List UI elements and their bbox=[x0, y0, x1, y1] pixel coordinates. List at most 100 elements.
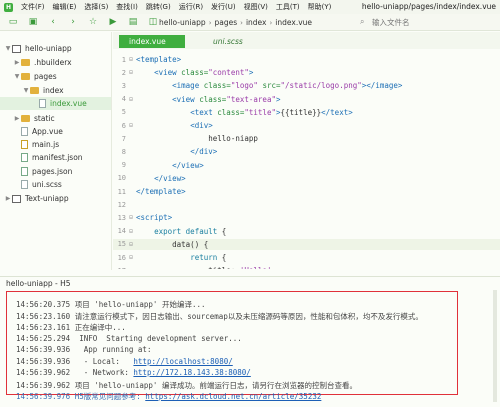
line-number: 5 bbox=[121, 108, 126, 117]
folder-icon bbox=[21, 115, 30, 122]
code-token: </text> bbox=[321, 107, 353, 117]
back-arrow-icon[interactable]: ‹ bbox=[46, 15, 60, 29]
code-text: <view class="text-area"> bbox=[136, 94, 280, 104]
chevron-down-icon[interactable]: ▼ bbox=[13, 73, 21, 80]
menu-item[interactable]: 视图(V) bbox=[240, 2, 272, 12]
chevron-right-icon[interactable]: ▶ bbox=[4, 195, 12, 202]
menu-item[interactable]: 发行(U) bbox=[207, 2, 240, 12]
file-icon bbox=[39, 99, 46, 108]
line-number: 9 bbox=[121, 161, 126, 170]
code-text: export default { bbox=[136, 227, 226, 236]
fold-toggle-icon[interactable]: ⊟ bbox=[126, 228, 136, 235]
line-number: 1 bbox=[121, 55, 126, 64]
file-icon bbox=[21, 140, 28, 149]
code-token: </div> bbox=[190, 147, 218, 157]
chevron-down-icon[interactable]: ▼ bbox=[22, 87, 30, 94]
file-search-input[interactable] bbox=[372, 18, 492, 27]
console-header: hello-uniapp - H5 bbox=[0, 276, 500, 288]
log-link[interactable]: https://ask.dcloud.net.cn/article/35232 bbox=[145, 392, 321, 401]
code-line: 14 ⊟ export default { bbox=[113, 226, 500, 237]
code-text: return { bbox=[136, 253, 226, 262]
log-line: 14:56:39.976 H5版常见问题参考: https://ask.dclo… bbox=[16, 391, 321, 401]
tree-item[interactable]: ▶ Text-uniapp bbox=[0, 192, 111, 205]
tree-item[interactable]: ▼ hello-uniapp bbox=[0, 42, 111, 55]
line-number: 2 bbox=[121, 68, 126, 77]
code-text: </view> bbox=[136, 174, 186, 183]
fold-toggle-icon[interactable]: ⊟ bbox=[126, 96, 136, 103]
tree-item[interactable]: ▶ static bbox=[0, 112, 111, 125]
tree-item[interactable]: ▼ index bbox=[0, 84, 111, 97]
log-link[interactable]: http://localhost:8080/ bbox=[133, 357, 232, 366]
log-line: 14:56:20.375 项目 'hello-uniapp' 开始编译... bbox=[16, 299, 206, 309]
code-token: "text-area" bbox=[226, 94, 276, 104]
file-search: ⌕ bbox=[358, 16, 498, 29]
tree-item-label: index.vue bbox=[50, 99, 87, 108]
toolbar: ▭ ▣ ‹ › ☆ ▶ ▤ ◫ hello-uniapp › pages › i… bbox=[0, 14, 500, 31]
log-link[interactable]: http://172.18.143.38:8080/ bbox=[133, 368, 250, 377]
log-text: 14:56:39.962 项目 'hello-uniapp' 编译成功。前端运行… bbox=[16, 380, 357, 390]
code-text: </template> bbox=[136, 187, 186, 196]
forward-arrow-icon[interactable]: › bbox=[66, 15, 80, 29]
fold-toggle-icon[interactable]: ⊟ bbox=[126, 254, 136, 261]
run-icon[interactable]: ▶ bbox=[106, 15, 120, 29]
line-number: 4 bbox=[121, 95, 126, 104]
fold-toggle-icon[interactable]: ⊟ bbox=[126, 122, 136, 129]
code-token: data() { bbox=[136, 239, 209, 249]
menu-item[interactable]: 查找(I) bbox=[112, 2, 142, 12]
menu-item[interactable]: 帮助(Y) bbox=[304, 2, 336, 12]
menu-item[interactable]: 文件(F) bbox=[17, 2, 49, 12]
fold-toggle-icon[interactable]: ⊟ bbox=[126, 56, 136, 63]
preview-icon[interactable]: ▤ bbox=[126, 15, 140, 29]
tree-item[interactable]: App.vue bbox=[0, 125, 111, 138]
code-token: <view bbox=[154, 68, 182, 78]
tree-item[interactable]: ▶ .hbuilderx bbox=[0, 56, 111, 69]
tree-item[interactable]: main.js bbox=[0, 138, 111, 151]
menu-item[interactable]: 工具(T) bbox=[272, 2, 304, 12]
menu-item[interactable]: 选择(S) bbox=[80, 2, 112, 12]
code-line: 7 hello-niapp bbox=[113, 133, 500, 144]
chevron-right-icon[interactable]: ▶ bbox=[13, 115, 21, 122]
chevron-right-icon[interactable]: ▶ bbox=[13, 59, 21, 66]
code-token: export default bbox=[154, 226, 222, 236]
menu-item[interactable]: 编辑(E) bbox=[49, 2, 81, 12]
fold-toggle-icon[interactable]: ⊟ bbox=[126, 69, 136, 76]
tree-item[interactable]: index.vue bbox=[0, 97, 111, 110]
code-line: 1 ⊟ <template> bbox=[113, 54, 500, 65]
star-icon[interactable]: ☆ bbox=[86, 15, 100, 29]
menu-item[interactable]: 运行(R) bbox=[175, 2, 207, 12]
log-text: 14:56:20.375 项目 'hello-uniapp' 开始编译... bbox=[16, 300, 206, 309]
breadcrumb-item[interactable]: index bbox=[243, 18, 270, 27]
tab-uni-scss[interactable]: uni.scss bbox=[203, 35, 253, 48]
tree-item-label: .hbuilderx bbox=[34, 58, 72, 67]
tab-index-vue[interactable]: index.vue bbox=[119, 35, 185, 48]
code-token: return bbox=[190, 253, 222, 262]
breadcrumb-item[interactable]: hello-uniapp bbox=[156, 18, 209, 27]
fold-toggle-icon[interactable]: ⊟ bbox=[126, 214, 136, 221]
new-file-icon[interactable]: ▭ bbox=[6, 15, 20, 29]
code-text: hello-niapp bbox=[136, 134, 258, 143]
code-line: 4 ⊟ <view class="text-area"> bbox=[113, 94, 500, 105]
log-text: 14:56:25.294 INFO Starting development s… bbox=[16, 333, 242, 343]
tree-item[interactable]: manifest.json bbox=[0, 151, 111, 164]
code-text: <div> bbox=[136, 121, 213, 130]
tree-item[interactable]: ▼ pages bbox=[0, 70, 111, 83]
console-scrollbar[interactable] bbox=[493, 290, 497, 402]
log-line: 14:56:39.936 App running at: bbox=[16, 345, 151, 355]
tree-item[interactable]: pages.json bbox=[0, 165, 111, 178]
menu-item[interactable]: 跳转(G) bbox=[142, 2, 175, 12]
chevron-down-icon[interactable]: ▼ bbox=[4, 45, 12, 52]
code-token: class= bbox=[217, 107, 245, 117]
code-line: 3 <image class="logo" src="/static/logo.… bbox=[113, 80, 500, 91]
line-number: 6 bbox=[121, 121, 126, 130]
code-text: <template> bbox=[136, 55, 181, 64]
breadcrumb-item[interactable]: pages bbox=[212, 18, 241, 27]
fold-toggle-icon[interactable]: ⊟ bbox=[126, 241, 136, 248]
breadcrumb-item[interactable]: index.vue bbox=[272, 18, 315, 27]
log-text: 14:56:39.936 App running at: bbox=[16, 345, 152, 354]
tree-item[interactable]: uni.scss bbox=[0, 178, 111, 191]
log-text: 14:56:39.962 - Network: bbox=[16, 368, 134, 377]
code-editor[interactable]: 1 ⊟ <template> 2 ⊟ <view class="content"> 3 <… bbox=[113, 50, 500, 269]
log-text: 14:56:23.160 请注意运行模式下，因日志输出、sourcemap以及未… bbox=[16, 311, 423, 321]
save-icon[interactable]: ▣ bbox=[26, 15, 40, 29]
